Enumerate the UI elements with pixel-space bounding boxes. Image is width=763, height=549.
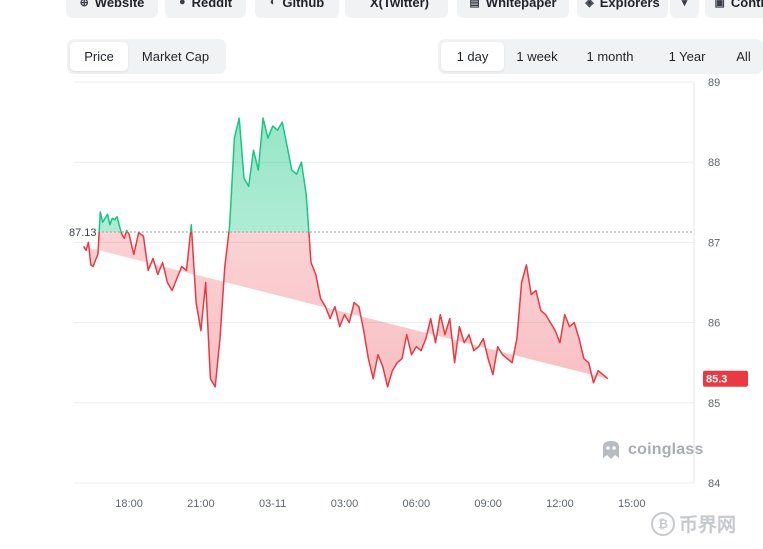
y-tick-label: 88 [708, 157, 720, 169]
y-tick-label: 86 [708, 318, 720, 330]
y-tick-label: 89 [708, 77, 720, 89]
coin-logo-icon: ₿ [651, 511, 675, 536]
corner-watermark-text: 币界网 [679, 515, 737, 536]
x-tick-label: 18:00 [115, 498, 143, 510]
x-tick-label: 15:00 [618, 498, 646, 510]
corner-watermark: ₿ 币界网 [651, 510, 736, 537]
x-tick-label: 09:00 [474, 498, 502, 510]
x-tick-label: 06:00 [403, 498, 431, 510]
y-tick-label: 85 [708, 398, 720, 410]
coinglass-wordmark: coinglass [628, 441, 704, 458]
area-below-baseline [83, 231, 608, 387]
coinglass-watermark: coinglass [600, 438, 704, 462]
last-price-tag: 85.3 [706, 374, 727, 386]
baseline-label: 87.13 [69, 227, 97, 239]
coinglass-logo-icon [603, 441, 619, 459]
price-chart: 89 88 87 86 85 84 18:00 21:00 03-11 03:00 06:00 09:… [66, 77, 748, 510]
y-tick-label: 87 [708, 237, 720, 249]
y-tick-label: 84 [708, 478, 720, 490]
x-tick-label: 21:00 [187, 498, 215, 510]
x-tick-label: 12:00 [546, 498, 574, 510]
x-tick-label: 03-11 [259, 498, 286, 510]
x-tick-label: 03:00 [331, 498, 359, 510]
